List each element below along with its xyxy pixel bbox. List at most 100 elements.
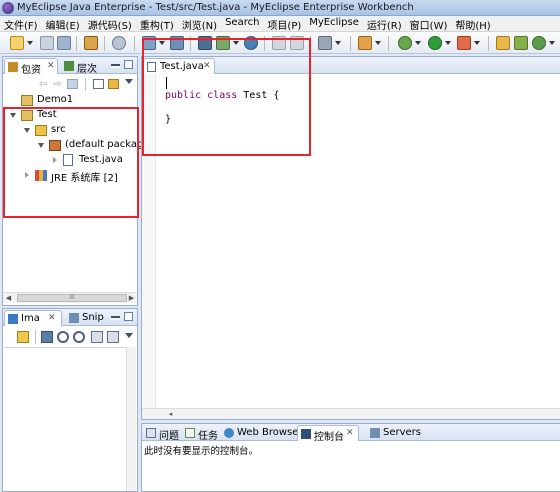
print-icon[interactable] bbox=[57, 36, 71, 50]
close-icon[interactable]: ✕ bbox=[346, 428, 354, 438]
save-icon[interactable] bbox=[40, 36, 54, 50]
highlight-box-editor bbox=[142, 38, 311, 156]
menu-myeclipse[interactable]: MyEclipse bbox=[305, 16, 363, 31]
image-canvas bbox=[4, 347, 136, 491]
scroll-left-icon[interactable]: ◀ bbox=[4, 294, 13, 303]
new-dropdown-icon[interactable] bbox=[27, 41, 33, 45]
tasks-icon bbox=[185, 428, 195, 438]
run-icon[interactable] bbox=[428, 36, 442, 50]
image-tool-icon[interactable] bbox=[17, 331, 29, 343]
tab-problems[interactable]: 问题 bbox=[143, 425, 181, 442]
menu-source[interactable]: 源代码(S) bbox=[84, 16, 136, 32]
scroll-left-icon[interactable]: ◂ bbox=[166, 410, 175, 419]
run-dropdown-icon[interactable] bbox=[445, 41, 451, 45]
package-explorer-tabbar: 包资 ✕ 层次 bbox=[3, 57, 137, 76]
close-icon[interactable]: ✕ bbox=[47, 61, 55, 71]
console-panel: 问题 任务 Web Browser 控制台 ✕ Servers 此时没有要显示的… bbox=[141, 423, 560, 492]
open-type-icon[interactable] bbox=[84, 36, 98, 50]
uml-dropdown-icon[interactable] bbox=[375, 41, 381, 45]
servers-icon bbox=[370, 428, 380, 438]
toolbar-separator bbox=[104, 36, 105, 51]
external-tools-dropdown-icon[interactable] bbox=[474, 41, 480, 45]
tab-web-browser-label: Web Browser bbox=[237, 427, 303, 438]
toolbar-separator bbox=[388, 36, 389, 51]
image-viewer-icon bbox=[8, 314, 18, 324]
view-menu-icon[interactable] bbox=[125, 333, 133, 338]
debug-icon[interactable] bbox=[398, 36, 412, 50]
tab-servers-label: Servers bbox=[383, 427, 422, 438]
back-icon[interactable]: ⇦ bbox=[39, 79, 47, 90]
horizontal-scrollbar[interactable]: ◀ III ▶ bbox=[3, 292, 137, 303]
tab-tasks[interactable]: 任务 bbox=[182, 425, 222, 442]
toolbar-separator bbox=[350, 36, 351, 51]
menu-project[interactable]: 项目(P) bbox=[263, 16, 305, 32]
fit-image-icon[interactable] bbox=[41, 331, 53, 343]
tab-hierarchy-label: 层次 bbox=[77, 64, 97, 75]
tab-snippets-label: Snip bbox=[82, 312, 104, 323]
collapse-all-icon[interactable] bbox=[93, 79, 104, 89]
menu-file[interactable]: 文件(F) bbox=[0, 16, 42, 32]
snippets-icon bbox=[69, 313, 79, 323]
window-title: MyEclipse Java Enterprise - Test/src/Tes… bbox=[17, 2, 414, 13]
external-tools-icon[interactable] bbox=[457, 36, 471, 50]
actual-size-icon[interactable] bbox=[91, 331, 103, 343]
menu-run[interactable]: 运行(R) bbox=[363, 16, 406, 32]
maximize-icon[interactable] bbox=[124, 312, 133, 321]
debug-dropdown-icon[interactable] bbox=[415, 41, 421, 45]
camera-dropdown-icon[interactable] bbox=[335, 41, 341, 45]
globe-icon bbox=[224, 428, 234, 438]
new-java-project-icon[interactable] bbox=[496, 36, 510, 50]
tab-console-label: 控制台 bbox=[314, 432, 344, 443]
menu-navigate[interactable]: 浏览(N) bbox=[178, 16, 221, 32]
new-package-icon[interactable] bbox=[514, 36, 528, 50]
menu-edit[interactable]: 编辑(E) bbox=[42, 16, 84, 32]
vertical-scrollbar[interactable] bbox=[126, 347, 136, 491]
tab-package-explorer[interactable]: 包资 ✕ bbox=[4, 58, 58, 76]
tab-servers[interactable]: Servers bbox=[367, 425, 425, 441]
new-icon[interactable] bbox=[10, 36, 24, 50]
up-icon[interactable] bbox=[67, 79, 78, 89]
tab-hierarchy[interactable]: 层次 bbox=[61, 58, 105, 75]
menu-bar: 文件(F) 编辑(E) 源代码(S) 重构(T) 浏览(N) Search 项目… bbox=[0, 16, 560, 32]
problems-icon bbox=[146, 428, 156, 438]
toolbar-separator bbox=[134, 36, 135, 51]
console-icon bbox=[301, 429, 311, 439]
toolbar-separator bbox=[76, 36, 77, 51]
tab-problems-label: 问题 bbox=[159, 431, 179, 442]
tab-image-viewer[interactable]: Ima ✕ bbox=[4, 310, 62, 326]
close-icon[interactable]: ✕ bbox=[48, 313, 56, 323]
project-icon bbox=[21, 95, 33, 106]
minimize-icon[interactable] bbox=[111, 316, 120, 320]
tab-console[interactable]: 控制台 ✕ bbox=[297, 425, 359, 443]
menu-search[interactable]: Search bbox=[221, 16, 263, 31]
menu-window[interactable]: 窗口(W) bbox=[406, 16, 452, 32]
editor-horizontal-scrollbar[interactable]: ◂ bbox=[142, 408, 560, 419]
minimize-icon[interactable] bbox=[111, 64, 120, 68]
maximize-icon[interactable] bbox=[124, 60, 133, 69]
scroll-right-icon[interactable]: ▶ bbox=[127, 294, 136, 303]
camera-icon[interactable] bbox=[318, 36, 332, 50]
menu-help[interactable]: 帮助(H) bbox=[451, 16, 494, 32]
tab-snippets[interactable]: Snip bbox=[66, 310, 108, 326]
new-class-icon[interactable] bbox=[532, 36, 546, 50]
new-class-dropdown-icon[interactable] bbox=[549, 41, 555, 45]
link-with-editor-icon[interactable] bbox=[108, 79, 119, 89]
zoom-out-icon[interactable] bbox=[57, 331, 69, 343]
menu-refactor[interactable]: 重构(T) bbox=[136, 16, 178, 32]
server-icon[interactable] bbox=[112, 36, 126, 50]
toolbar-separator bbox=[488, 36, 489, 51]
scroll-thumb[interactable]: III bbox=[17, 294, 127, 302]
tab-web-browser[interactable]: Web Browser bbox=[221, 425, 303, 441]
forward-icon[interactable]: ⇨ bbox=[53, 79, 61, 90]
tree-item-label: Demo1 bbox=[37, 94, 74, 105]
toolbar-separator bbox=[35, 330, 36, 344]
tab-image-viewer-label: Ima bbox=[21, 313, 40, 324]
view-menu-icon[interactable] bbox=[125, 79, 133, 84]
zoom-in-icon[interactable] bbox=[73, 331, 85, 343]
highlight-box-tree bbox=[3, 107, 139, 218]
image-snippets-panel: Ima ✕ Snip bbox=[2, 308, 138, 492]
rotate-icon[interactable] bbox=[107, 331, 119, 343]
uml-icon[interactable] bbox=[358, 36, 372, 50]
title-bar: MyEclipse Java Enterprise - Test/src/Tes… bbox=[0, 0, 560, 16]
image-panel-tabbar: Ima ✕ Snip bbox=[3, 309, 137, 326]
